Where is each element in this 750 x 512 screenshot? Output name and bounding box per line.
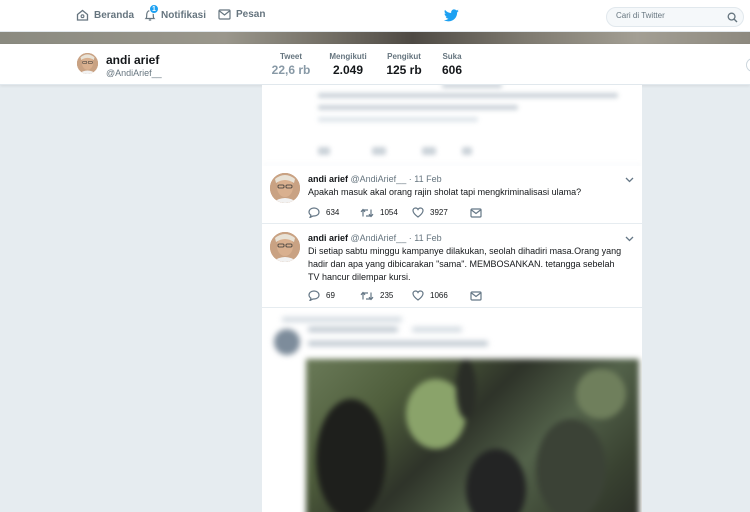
tab-tweets[interactable]: Tweet 22,6 rb xyxy=(266,52,316,89)
like-count: 1066 xyxy=(430,291,448,300)
reply-icon xyxy=(308,207,320,218)
tweet-author-name[interactable]: andi arief xyxy=(308,233,348,243)
retweet-icon xyxy=(360,208,374,217)
like-button[interactable]: 3927 xyxy=(412,207,470,218)
tweet-item[interactable]: andi arief @AndiArief__ · 11 Feb Di seti… xyxy=(262,225,642,308)
retweet-button[interactable]: 235 xyxy=(360,291,412,301)
stat-following-value: 2.049 xyxy=(332,63,364,77)
heart-icon xyxy=(412,207,424,218)
nav-home-label: Beranda xyxy=(94,9,135,21)
notification-badge: 1 xyxy=(149,4,159,14)
stat-likes-label: Suka xyxy=(442,52,462,61)
tab-following[interactable]: Mengikuti 2.049 xyxy=(326,52,370,77)
top-navigation-bar: Beranda 1 Notifikasi Pesan xyxy=(0,0,750,32)
chevron-down-icon[interactable] xyxy=(625,177,634,183)
blurred-tweet-top xyxy=(262,85,642,165)
tweet-date[interactable]: 11 Feb xyxy=(414,233,441,243)
profile-navigation-bar: andi arief @AndiArief__ Tweet 22,6 rb Me… xyxy=(0,44,750,89)
tweet-text: Apakah masuk akal orang rajin sholat tap… xyxy=(308,187,582,197)
timeline: andi arief @AndiArief__ · 11 Feb Apakah … xyxy=(262,85,642,512)
retweet-count: 235 xyxy=(380,291,394,300)
tweet-author-handle[interactable]: @AndiArief__ xyxy=(351,174,407,184)
envelope-icon xyxy=(218,9,231,20)
tab-followers[interactable]: Pengikut 125 rb xyxy=(383,52,425,77)
twitter-bird-icon[interactable] xyxy=(443,9,459,27)
search-box[interactable] xyxy=(606,7,744,27)
chevron-down-icon[interactable] xyxy=(625,236,634,242)
tweet-avatar[interactable] xyxy=(270,173,300,203)
tweet-header: andi arief @AndiArief__ · 11 Feb xyxy=(308,174,442,184)
tweet-avatar[interactable] xyxy=(270,232,300,262)
nav-notifications-label: Notifikasi xyxy=(161,10,207,21)
stat-likes-value: 606 xyxy=(441,63,463,77)
home-icon xyxy=(76,9,89,21)
retweet-count: 1054 xyxy=(380,208,398,217)
stat-following-label: Mengikuti xyxy=(329,52,367,61)
direct-message-button[interactable] xyxy=(470,207,488,218)
tweet-separator: · xyxy=(408,174,412,184)
envelope-icon xyxy=(470,290,482,301)
like-button[interactable]: 1066 xyxy=(412,290,470,301)
retweet-button[interactable]: 1054 xyxy=(360,208,412,218)
stat-followers-value: 125 rb xyxy=(386,63,422,77)
tweet-author-name[interactable]: andi arief xyxy=(308,174,348,184)
search-input[interactable] xyxy=(616,11,716,20)
like-count: 3927 xyxy=(430,208,448,217)
tweet-author-handle[interactable]: @AndiArief__ xyxy=(351,233,407,243)
retweet-icon xyxy=(360,291,374,300)
heart-icon xyxy=(412,290,424,301)
tweet-date[interactable]: 11 Feb xyxy=(414,174,441,184)
avatar[interactable] xyxy=(76,52,99,75)
stat-tweets-label: Tweet xyxy=(279,52,303,61)
nav-messages[interactable]: Pesan xyxy=(218,9,265,20)
blurred-tweet-bottom xyxy=(262,309,642,512)
envelope-icon xyxy=(470,207,482,218)
nav-home[interactable]: Beranda xyxy=(76,9,134,21)
profile-name[interactable]: andi arief xyxy=(106,53,159,67)
reply-icon xyxy=(308,290,320,301)
stat-tweets-value: 22,6 rb xyxy=(271,63,311,77)
stat-followers-label: Pengikut xyxy=(387,52,421,61)
tweet-separator: · xyxy=(408,233,412,243)
reply-count: 69 xyxy=(326,291,335,300)
direct-message-button[interactable] xyxy=(470,290,488,301)
cover-photo xyxy=(0,32,750,44)
reply-count: 634 xyxy=(326,208,340,217)
search-icon[interactable] xyxy=(727,12,738,23)
nav-notifications[interactable]: 1 Notifikasi xyxy=(144,4,207,22)
blurred-photo xyxy=(306,359,639,512)
profile-options-button[interactable] xyxy=(746,58,750,72)
nav-messages-label: Pesan xyxy=(236,9,266,20)
tweet-item[interactable]: andi arief @AndiArief__ · 11 Feb Apakah … xyxy=(262,166,642,224)
tweet-text: Di setiap sabtu minggu kampanye dilakuka… xyxy=(308,246,622,282)
tweet-actions: 69 235 1066 xyxy=(308,290,488,301)
tweet-actions: 634 1054 3927 xyxy=(308,207,488,218)
reply-button[interactable]: 634 xyxy=(308,207,360,218)
reply-button[interactable]: 69 xyxy=(308,290,360,301)
profile-handle: @AndiArief__ xyxy=(106,68,162,78)
tweet-header: andi arief @AndiArief__ · 11 Feb xyxy=(308,233,442,243)
tab-likes[interactable]: Suka 606 xyxy=(437,52,467,77)
